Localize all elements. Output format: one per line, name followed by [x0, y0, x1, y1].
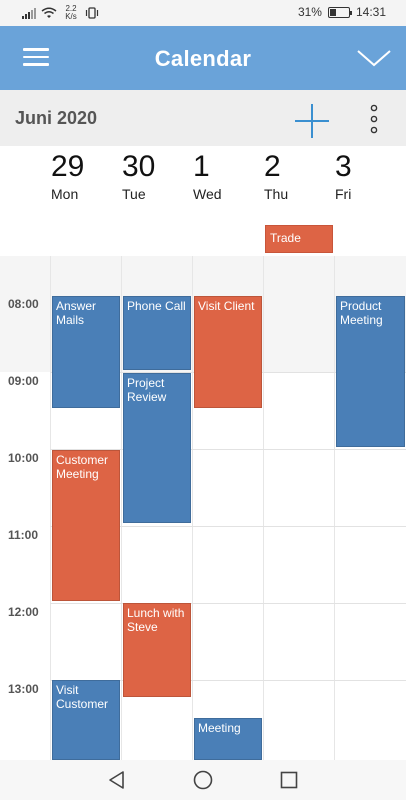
time-grid: 08:00 09:00 10:00 11:00 12:00 13:00 Answ…	[0, 256, 406, 760]
day-header: 29 Mon 30 Tue 1 Wed 2 Thu 3 Fri	[0, 146, 406, 224]
status-bar: 2.2 K/s 31% 14:31	[0, 0, 406, 26]
time-label: 08:00	[8, 297, 39, 311]
status-time: 14:31	[355, 5, 386, 19]
all-day-row: Trade	[0, 224, 406, 256]
signal-icon	[22, 8, 36, 19]
day-number: 2	[264, 150, 281, 183]
column-divider	[334, 256, 335, 760]
time-label: 13:00	[8, 682, 39, 696]
status-right: 31% 14:31	[298, 5, 386, 19]
calendar-event[interactable]: Answer Mails	[52, 296, 120, 408]
calendar-event[interactable]: Meeting	[194, 718, 262, 760]
app-bar: Calendar	[0, 26, 406, 90]
battery-icon	[327, 6, 352, 18]
column-divider	[263, 256, 264, 760]
calendar-event[interactable]: Customer Meeting	[52, 450, 120, 601]
day-name: Tue	[122, 186, 146, 202]
day-name: Wed	[193, 186, 222, 202]
vibrate-icon	[85, 7, 99, 19]
status-left: 2.2 K/s	[22, 5, 99, 21]
day-name: Mon	[51, 186, 79, 202]
time-label: 09:00	[8, 374, 39, 388]
day-number: 3	[335, 150, 352, 183]
triangle-back-icon[interactable]	[106, 769, 128, 791]
chevron-down-icon[interactable]	[354, 40, 394, 74]
wifi-icon	[41, 7, 57, 18]
calendar-event[interactable]: Visit Client	[194, 296, 262, 408]
network-speed-unit: K/s	[65, 12, 77, 21]
all-day-event[interactable]: Trade	[265, 225, 333, 253]
day-name: Fri	[335, 186, 352, 202]
plus-icon[interactable]	[293, 102, 331, 140]
day-column-header[interactable]: 3 Fri	[335, 150, 406, 202]
day-number: 29	[51, 150, 85, 183]
column-divider	[192, 256, 193, 760]
system-nav-bar	[0, 760, 406, 800]
column-divider	[50, 256, 51, 760]
square-recents-icon[interactable]	[278, 769, 300, 791]
app-title: Calendar	[154, 46, 252, 71]
calendar-event[interactable]: Project Review	[123, 373, 191, 523]
hour-line	[50, 603, 406, 604]
time-label: 11:00	[8, 528, 39, 542]
day-column-header[interactable]: 30 Tue	[122, 150, 194, 202]
time-label: 12:00	[8, 605, 39, 619]
network-speed: 2.2 K/s	[62, 5, 80, 21]
calendar-event[interactable]: Lunch with Steve	[123, 603, 191, 697]
calendar-event[interactable]: Phone Call	[123, 296, 191, 370]
calendar-event[interactable]: Product Meeting	[336, 296, 405, 447]
calendar-event[interactable]: Visit Customer	[52, 680, 120, 760]
time-label: 10:00	[8, 451, 39, 465]
more-vertical-icon[interactable]	[364, 102, 384, 138]
circle-home-icon[interactable]	[192, 769, 214, 791]
month-bar: Juni 2020	[0, 90, 406, 146]
month-label[interactable]: Juni 2020	[15, 108, 97, 129]
day-column-header[interactable]: 1 Wed	[193, 150, 265, 202]
day-column-header[interactable]: 29 Mon	[51, 150, 123, 202]
day-name: Thu	[264, 186, 289, 202]
battery-level	[329, 8, 336, 16]
column-divider	[121, 256, 122, 760]
battery-percent: 31%	[297, 5, 322, 19]
day-column-header[interactable]: 2 Thu	[264, 150, 336, 202]
day-number: 1	[193, 150, 210, 183]
day-number: 30	[122, 150, 156, 183]
